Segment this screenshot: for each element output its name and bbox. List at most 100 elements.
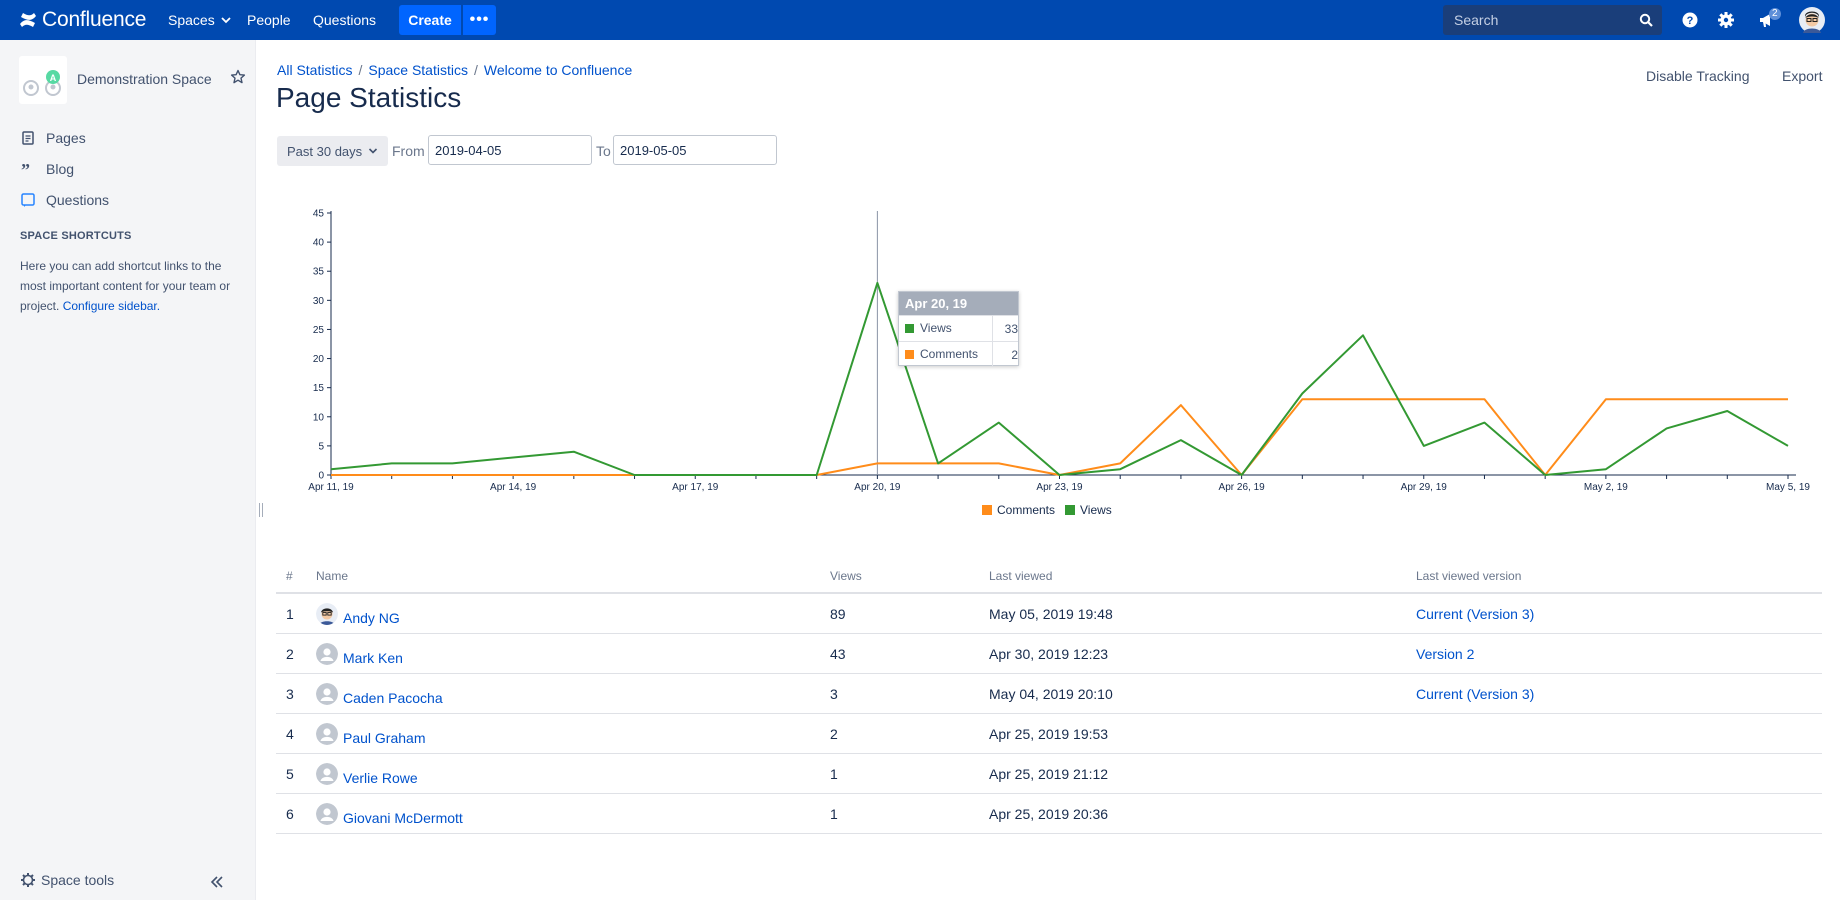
row-number: 3: [276, 673, 316, 714]
column-header-number: #: [276, 560, 316, 594]
tooltip-row-comments: Comments 2: [899, 341, 1018, 367]
views-cell: 89: [830, 593, 989, 634]
tooltip-series-name: Comments: [920, 342, 993, 367]
name-cell: Mark Ken: [316, 633, 830, 674]
search-box: [1443, 5, 1662, 35]
space-name[interactable]: Demonstration Space: [77, 71, 212, 87]
blog-icon: ”: [20, 161, 36, 177]
brand-name: Confluence: [42, 8, 147, 31]
tooltip-row-views: Views 33: [899, 315, 1018, 341]
last-viewed-version-cell: [1416, 793, 1822, 834]
x-tick-label: Apr 26, 19: [1219, 482, 1266, 493]
views-cell: 1: [830, 793, 989, 834]
disable-tracking-button[interactable]: Disable Tracking: [1646, 68, 1750, 84]
x-tick-label: Apr 23, 19: [1036, 482, 1083, 493]
collapse-sidebar-icon[interactable]: [210, 875, 224, 889]
page-statistics-chart: 0 5 10 15 20 25 30 35 40 45 Apr 11, 19 Apr 14, 19 Ap…: [280, 200, 1820, 530]
user-name-link[interactable]: Giovani McDermott: [343, 810, 463, 826]
breadcrumb-separator: /: [358, 62, 363, 78]
column-header-last-viewed[interactable]: Last viewed: [989, 560, 1416, 594]
svg-text:”: ”: [21, 163, 30, 175]
last-viewed-cell: Apr 25, 2019 20:36: [989, 793, 1416, 834]
top-navigation-bar: Confluence Spaces People Questions Creat…: [0, 0, 1840, 40]
questions-icon: [20, 192, 36, 208]
y-tick-label: 45: [313, 209, 325, 220]
tooltip-series-name: Views: [920, 316, 993, 341]
user-name-link[interactable]: Mark Ken: [343, 650, 403, 666]
last-viewed-cell: Apr 30, 2019 12:23: [989, 633, 1416, 674]
x-tick-label: Apr 20, 19: [854, 482, 901, 493]
questions-link[interactable]: Questions: [313, 12, 376, 28]
name-cell: Giovani McDermott: [316, 793, 830, 834]
version-link[interactable]: Version 2: [1416, 646, 1474, 662]
views-cell: 1: [830, 753, 989, 794]
y-tick-label: 0: [318, 471, 324, 482]
version-link[interactable]: Current (Version 3): [1416, 606, 1534, 622]
comments-swatch: [905, 350, 914, 359]
user-name-link[interactable]: Verlie Rowe: [343, 770, 418, 786]
configure-sidebar-link[interactable]: Configure sidebar.: [63, 299, 160, 313]
to-date-input[interactable]: [613, 135, 777, 165]
sidebar-item-label: Pages: [46, 130, 86, 146]
column-header-views[interactable]: Views: [830, 560, 989, 594]
views-cell: 43: [830, 633, 989, 674]
default-user-avatar-icon: [316, 802, 338, 825]
name-cell: Caden Pacocha: [316, 673, 830, 714]
column-header-name[interactable]: Name: [316, 560, 830, 594]
breadcrumb-welcome-to-confluence[interactable]: Welcome to Confluence: [484, 62, 632, 78]
tooltip-series-value: 33: [1004, 321, 1018, 336]
create-more-button[interactable]: •••: [463, 5, 496, 35]
y-tick-label: 40: [313, 238, 325, 249]
space-sidebar: A Demonstration Space Pages ” Blog Quest…: [0, 40, 263, 900]
tooltip-series-value: 2: [1011, 347, 1018, 362]
sidebar-item-blog[interactable]: ” Blog: [20, 161, 74, 177]
export-button[interactable]: Export: [1782, 68, 1822, 84]
spaces-menu[interactable]: Spaces: [168, 12, 231, 28]
svg-text:?: ?: [1687, 15, 1694, 27]
period-select[interactable]: Past 30 days: [277, 136, 388, 166]
from-date-input[interactable]: [428, 135, 592, 165]
column-header-last-viewed-version[interactable]: Last viewed version: [1416, 560, 1822, 594]
space-tools-button[interactable]: Space tools: [20, 872, 114, 888]
chart-tooltip: Apr 20, 19 Views 33 Comments 2: [898, 291, 1019, 367]
help-icon[interactable]: ?: [1680, 10, 1700, 30]
last-viewed-version-cell: Current (Version 3): [1416, 593, 1822, 634]
user-avatar[interactable]: [1799, 7, 1825, 33]
y-tick-label: 25: [313, 325, 325, 336]
y-tick-label: 30: [313, 296, 325, 307]
sidebar-item-questions[interactable]: Questions: [20, 192, 109, 208]
star-icon[interactable]: [230, 69, 246, 85]
breadcrumb-all-statistics[interactable]: All Statistics: [277, 62, 352, 78]
x-tick-label: Apr 14, 19: [490, 482, 537, 493]
svg-text:A: A: [50, 73, 57, 83]
row-number: 1: [276, 593, 316, 634]
breadcrumb-space-statistics[interactable]: Space Statistics: [368, 62, 468, 78]
default-user-avatar-icon: [316, 682, 338, 705]
user-name-link[interactable]: Andy NG: [343, 610, 400, 626]
search-icon[interactable]: [1639, 13, 1653, 27]
confluence-logo[interactable]: Confluence: [18, 6, 146, 34]
y-tick-label: 35: [313, 267, 325, 278]
user-name-link[interactable]: Paul Graham: [343, 730, 425, 746]
sidebar-item-pages[interactable]: Pages: [20, 130, 86, 146]
user-name-link[interactable]: Caden Pacocha: [343, 690, 443, 706]
spaces-label: Spaces: [168, 12, 215, 28]
page-title: Page Statistics: [276, 82, 462, 113]
settings-gear-icon[interactable]: [1716, 10, 1736, 30]
x-tick-label: Apr 29, 19: [1401, 482, 1448, 493]
sidebar-resize-handle[interactable]: [258, 503, 264, 517]
people-link[interactable]: People: [247, 12, 291, 28]
space-logo[interactable]: A: [19, 56, 67, 104]
table-row: 4 Paul Graham 2 Apr 25, 2019 19:53: [276, 713, 1822, 754]
legend-views-label[interactable]: Views: [1080, 503, 1112, 517]
y-tick-label: 20: [313, 354, 325, 365]
x-tick-label: Apr 17, 19: [672, 482, 719, 493]
default-user-avatar-icon: [316, 762, 338, 785]
create-button[interactable]: Create: [399, 5, 461, 35]
page-viewers-table: # Name Views Last viewed Last viewed ver…: [276, 560, 1822, 834]
sidebar-item-label: Blog: [46, 161, 75, 177]
legend-comments-label[interactable]: Comments: [997, 503, 1055, 517]
search-input[interactable]: [1452, 11, 1636, 29]
version-link[interactable]: Current (Version 3): [1416, 686, 1534, 702]
pages-icon: [20, 130, 36, 146]
